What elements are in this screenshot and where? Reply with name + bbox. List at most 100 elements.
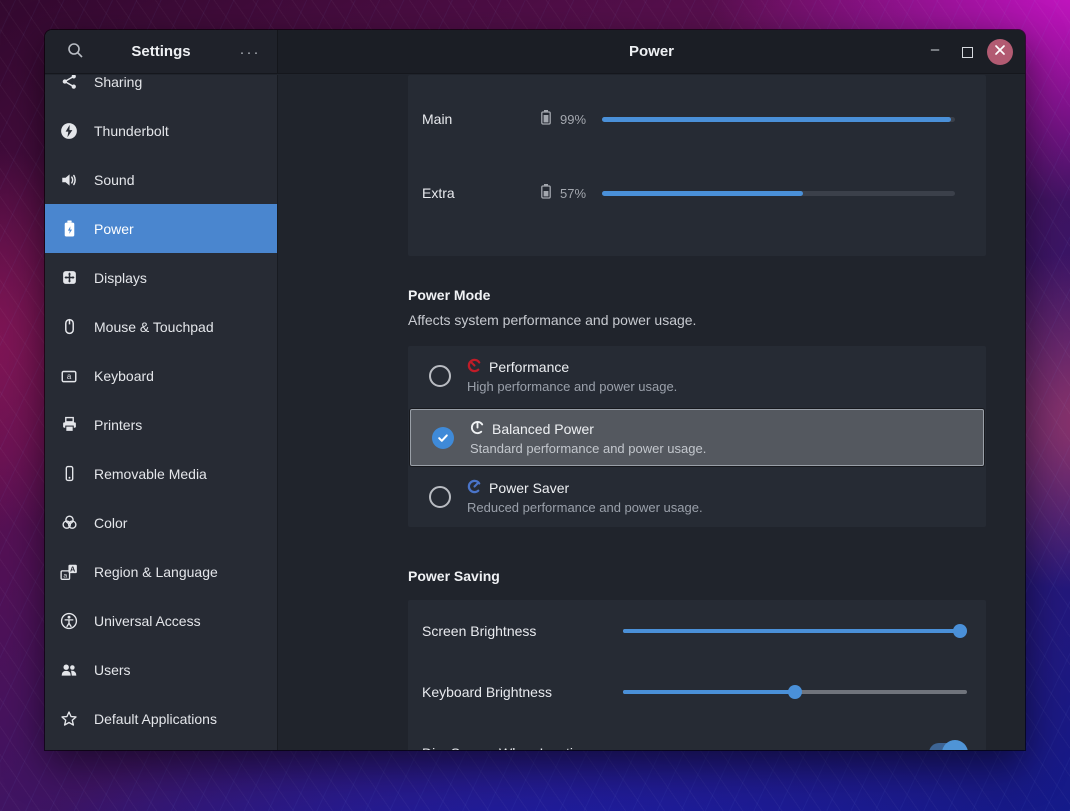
universal-access-icon <box>59 611 79 631</box>
screen-brightness-row: Screen Brightness <box>408 600 986 661</box>
sidebar-item-label: Sound <box>94 172 134 188</box>
sidebar-item-label: Removable Media <box>94 466 207 482</box>
sidebar-item-label: Users <box>94 662 131 678</box>
sidebar-item-power[interactable]: Power <box>45 204 277 253</box>
sidebar-item-printers[interactable]: Printers <box>45 400 277 449</box>
power-mode-option-balanced[interactable]: Balanced Power Standard performance and … <box>410 409 984 466</box>
option-label: Balanced Power <box>492 421 594 437</box>
minimize-icon: – <box>931 41 939 58</box>
sidebar-item-sharing[interactable]: Sharing <box>45 75 277 106</box>
screen-brightness-label: Screen Brightness <box>422 623 623 639</box>
slider-handle[interactable] <box>953 624 967 638</box>
sidebar-item-thunderbolt[interactable]: Thunderbolt <box>45 106 277 155</box>
sidebar-item-displays[interactable]: Displays <box>45 253 277 302</box>
power-saving-card: Screen Brightness Keyboard Brightness <box>408 600 986 750</box>
sidebar-item-label: Power <box>94 221 134 237</box>
sidebar-item-default-applications[interactable]: Default Applications <box>45 694 277 743</box>
printer-icon <box>59 415 79 435</box>
battery-card: Main 99% Extra 57% <box>408 75 986 256</box>
power-saving-heading: Power Saving <box>408 568 500 584</box>
desktop-wallpaper: Settings ··· Power – <box>0 0 1070 811</box>
menu-button[interactable]: ··· <box>237 39 263 65</box>
radio-unchecked[interactable] <box>429 486 451 508</box>
minimize-button[interactable]: – <box>923 40 947 64</box>
power-mode-card: Performance High performance and power u… <box>408 346 986 527</box>
titlebar-main[interactable]: Power – <box>278 30 1025 73</box>
balanced-gauge-icon <box>470 420 485 438</box>
sidebar-item-label: Region & Language <box>94 564 218 580</box>
sidebar-item-label: Keyboard <box>94 368 154 384</box>
sidebar-item-label: Printers <box>94 417 142 433</box>
battery-row-main: Main 99% <box>408 82 986 156</box>
sidebar-list: Sharing Thunderbolt Sound Power Displays <box>45 75 277 743</box>
slider-handle[interactable] <box>788 685 802 699</box>
star-icon <box>59 709 79 729</box>
battery-icon <box>59 219 79 239</box>
maximize-button[interactable] <box>955 40 979 64</box>
radio-checked[interactable] <box>432 427 454 449</box>
sidebar-item-label: Displays <box>94 270 147 286</box>
svg-text:A: A <box>70 564 76 573</box>
close-button[interactable] <box>987 39 1013 65</box>
option-description: High performance and power usage. <box>467 379 677 394</box>
svg-text:a: a <box>67 372 72 381</box>
power-mode-option-performance[interactable]: Performance High performance and power u… <box>408 346 986 406</box>
sidebar-item-sound[interactable]: Sound <box>45 155 277 204</box>
sidebar-item-keyboard[interactable]: a Keyboard <box>45 351 277 400</box>
sidebar-item-label: Mouse & Touchpad <box>94 319 214 335</box>
battery-level-icon <box>540 183 552 204</box>
ellipsis-icon: ··· <box>240 44 261 61</box>
keyboard-icon: a <box>59 366 79 386</box>
sidebar-item-users[interactable]: Users <box>45 645 277 694</box>
thunderbolt-icon <box>59 121 79 141</box>
users-icon <box>59 660 79 680</box>
sidebar-header: Settings ··· <box>45 30 278 73</box>
radio-unchecked[interactable] <box>429 365 451 387</box>
keyboard-brightness-label: Keyboard Brightness <box>422 684 623 700</box>
performance-gauge-icon <box>467 358 482 376</box>
titlebar: Settings ··· Power – <box>45 30 1025 74</box>
dim-screen-toggle[interactable] <box>929 743 965 751</box>
power-mode-option-power-saver[interactable]: Power Saver Reduced performance and powe… <box>408 467 986 527</box>
dim-screen-row: Dim Screen When Inactive <box>408 722 986 750</box>
battery-label: Extra <box>422 185 540 201</box>
battery-progress-extra <box>602 191 955 196</box>
battery-level-icon <box>540 109 552 130</box>
sidebar-item-mouse-touchpad[interactable]: Mouse & Touchpad <box>45 302 277 351</box>
settings-window: Settings ··· Power – <box>45 30 1025 750</box>
power-panel: Main 99% Extra 57% Power Mode Affects sy… <box>279 75 1025 750</box>
displays-icon <box>59 268 79 288</box>
region-language-icon: Aa <box>59 562 79 582</box>
sidebar-item-label: Universal Access <box>94 613 201 629</box>
keyboard-brightness-row: Keyboard Brightness <box>408 661 986 722</box>
sidebar-item-color[interactable]: Color <box>45 498 277 547</box>
close-icon <box>994 43 1006 61</box>
power-saver-gauge-icon <box>467 479 482 497</box>
sidebar: Sharing Thunderbolt Sound Power Displays <box>45 75 278 750</box>
battery-row-extra: Extra 57% <box>408 156 986 230</box>
sidebar-item-region-language[interactable]: Aa Region & Language <box>45 547 277 596</box>
power-mode-heading: Power Mode <box>408 287 490 303</box>
speaker-icon <box>59 170 79 190</box>
battery-label: Main <box>422 111 540 127</box>
svg-text:a: a <box>63 572 67 579</box>
dim-screen-label: Dim Screen When Inactive <box>422 745 929 751</box>
color-icon <box>59 513 79 533</box>
sidebar-item-label: Sharing <box>94 75 142 90</box>
maximize-icon <box>962 47 973 58</box>
option-label: Performance <box>489 359 569 375</box>
option-label: Power Saver <box>489 480 569 496</box>
power-mode-subtitle: Affects system performance and power usa… <box>408 312 696 328</box>
sidebar-item-universal-access[interactable]: Universal Access <box>45 596 277 645</box>
window-controls: – <box>923 30 1013 74</box>
battery-progress-main <box>602 117 955 122</box>
battery-percent: 57% <box>560 186 602 201</box>
sidebar-item-label: Default Applications <box>94 711 217 727</box>
screen-brightness-slider[interactable] <box>623 624 967 638</box>
toggle-knob <box>942 740 968 751</box>
share-icon <box>59 75 79 92</box>
battery-percent: 99% <box>560 112 602 127</box>
keyboard-brightness-slider[interactable] <box>623 685 967 699</box>
sidebar-item-removable-media[interactable]: Removable Media <box>45 449 277 498</box>
sidebar-item-label: Color <box>94 515 127 531</box>
